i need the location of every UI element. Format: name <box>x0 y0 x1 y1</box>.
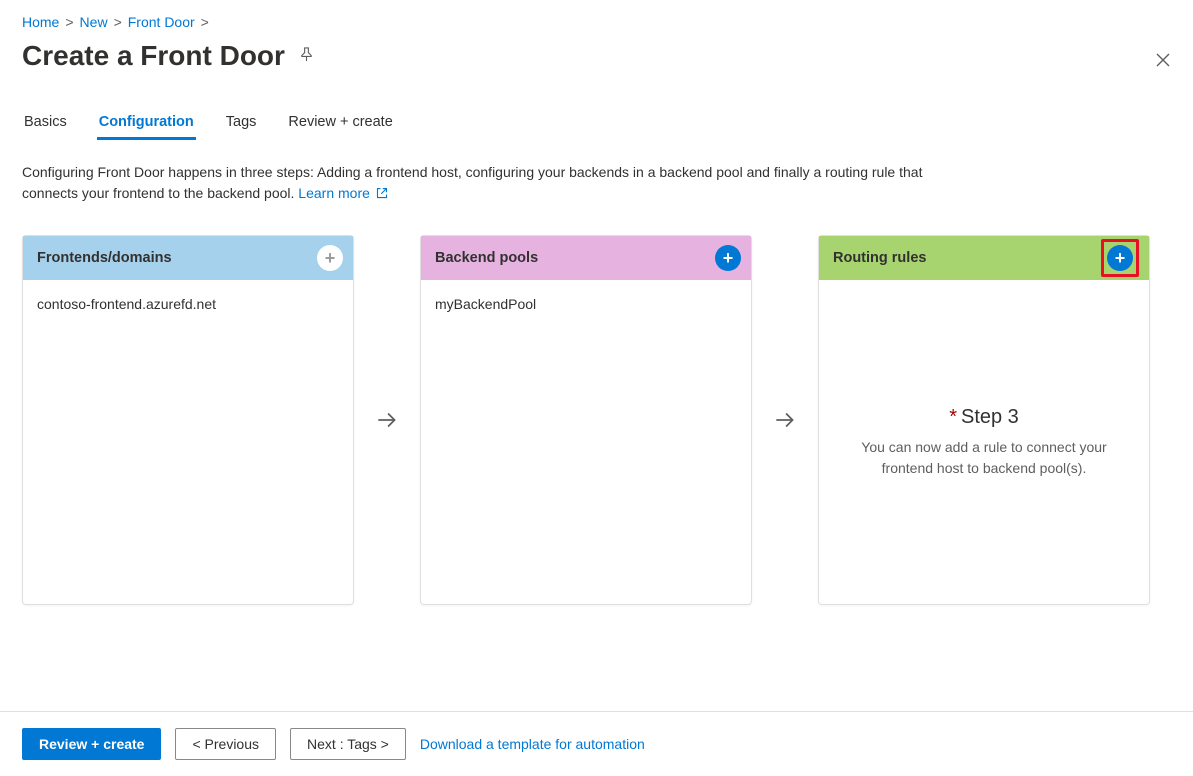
pin-icon[interactable] <box>299 47 314 65</box>
backends-card: Backend pools + myBackendPool <box>420 235 752 605</box>
tab-tags[interactable]: Tags <box>224 108 259 140</box>
chevron-right-icon: > <box>114 14 122 30</box>
close-icon[interactable] <box>1155 52 1171 73</box>
chevron-right-icon: > <box>65 14 73 30</box>
previous-button[interactable]: < Previous <box>175 728 276 760</box>
frontends-card-header: Frontends/domains + <box>23 236 353 280</box>
breadcrumb-home[interactable]: Home <box>22 14 59 30</box>
plus-icon: + <box>1115 249 1126 267</box>
learn-more-label: Learn more <box>298 185 370 201</box>
frontends-card: Frontends/domains + contoso-frontend.azu… <box>22 235 354 605</box>
frontends-card-body: contoso-frontend.azurefd.net <box>23 280 353 604</box>
routing-step-title: *Step 3 <box>949 406 1019 429</box>
routing-card-header: Routing rules + <box>819 236 1149 280</box>
routing-title: Routing rules <box>833 250 926 266</box>
chevron-right-icon: > <box>201 14 209 30</box>
tabs: Basics Configuration Tags Review + creat… <box>22 108 1171 140</box>
backends-card-header: Backend pools + <box>421 236 751 280</box>
add-routing-rule-button[interactable]: + <box>1107 245 1133 271</box>
description-text: Configuring Front Door happens in three … <box>22 162 952 205</box>
footer-bar: Review + create < Previous Next : Tags >… <box>0 711 1193 776</box>
download-template-link[interactable]: Download a template for automation <box>420 736 645 752</box>
next-button[interactable]: Next : Tags > <box>290 728 406 760</box>
highlight-box: + <box>1101 239 1139 277</box>
plus-icon: + <box>723 249 734 267</box>
arrow-right-icon <box>752 235 818 605</box>
tab-configuration[interactable]: Configuration <box>97 108 196 140</box>
routing-step-label: Step 3 <box>961 406 1019 428</box>
breadcrumb-frontdoor[interactable]: Front Door <box>128 14 195 30</box>
routing-step-desc: You can now add a rule to connect your f… <box>839 437 1129 478</box>
routing-card-body: *Step 3 You can now add a rule to connec… <box>819 280 1149 604</box>
arrow-right-icon <box>354 235 420 605</box>
backends-card-body: myBackendPool <box>421 280 751 604</box>
routing-card: Routing rules + *Step 3 You can now add … <box>818 235 1150 605</box>
review-create-button[interactable]: Review + create <box>22 728 161 760</box>
plus-icon: + <box>325 249 336 267</box>
backend-item[interactable]: myBackendPool <box>435 296 737 312</box>
page-title: Create a Front Door <box>22 40 285 72</box>
tab-basics[interactable]: Basics <box>22 108 69 140</box>
breadcrumb: Home > New > Front Door > <box>22 14 1171 30</box>
add-frontend-button[interactable]: + <box>317 245 343 271</box>
frontends-title: Frontends/domains <box>37 250 172 266</box>
learn-more-link[interactable]: Learn more <box>298 185 387 201</box>
add-backend-button[interactable]: + <box>715 245 741 271</box>
frontend-item[interactable]: contoso-frontend.azurefd.net <box>37 296 339 312</box>
external-link-icon <box>376 184 388 205</box>
required-asterisk: * <box>949 406 957 428</box>
breadcrumb-new[interactable]: New <box>80 14 108 30</box>
description-body: Configuring Front Door happens in three … <box>22 164 922 201</box>
tab-review-create[interactable]: Review + create <box>286 108 394 140</box>
backends-title: Backend pools <box>435 250 538 266</box>
